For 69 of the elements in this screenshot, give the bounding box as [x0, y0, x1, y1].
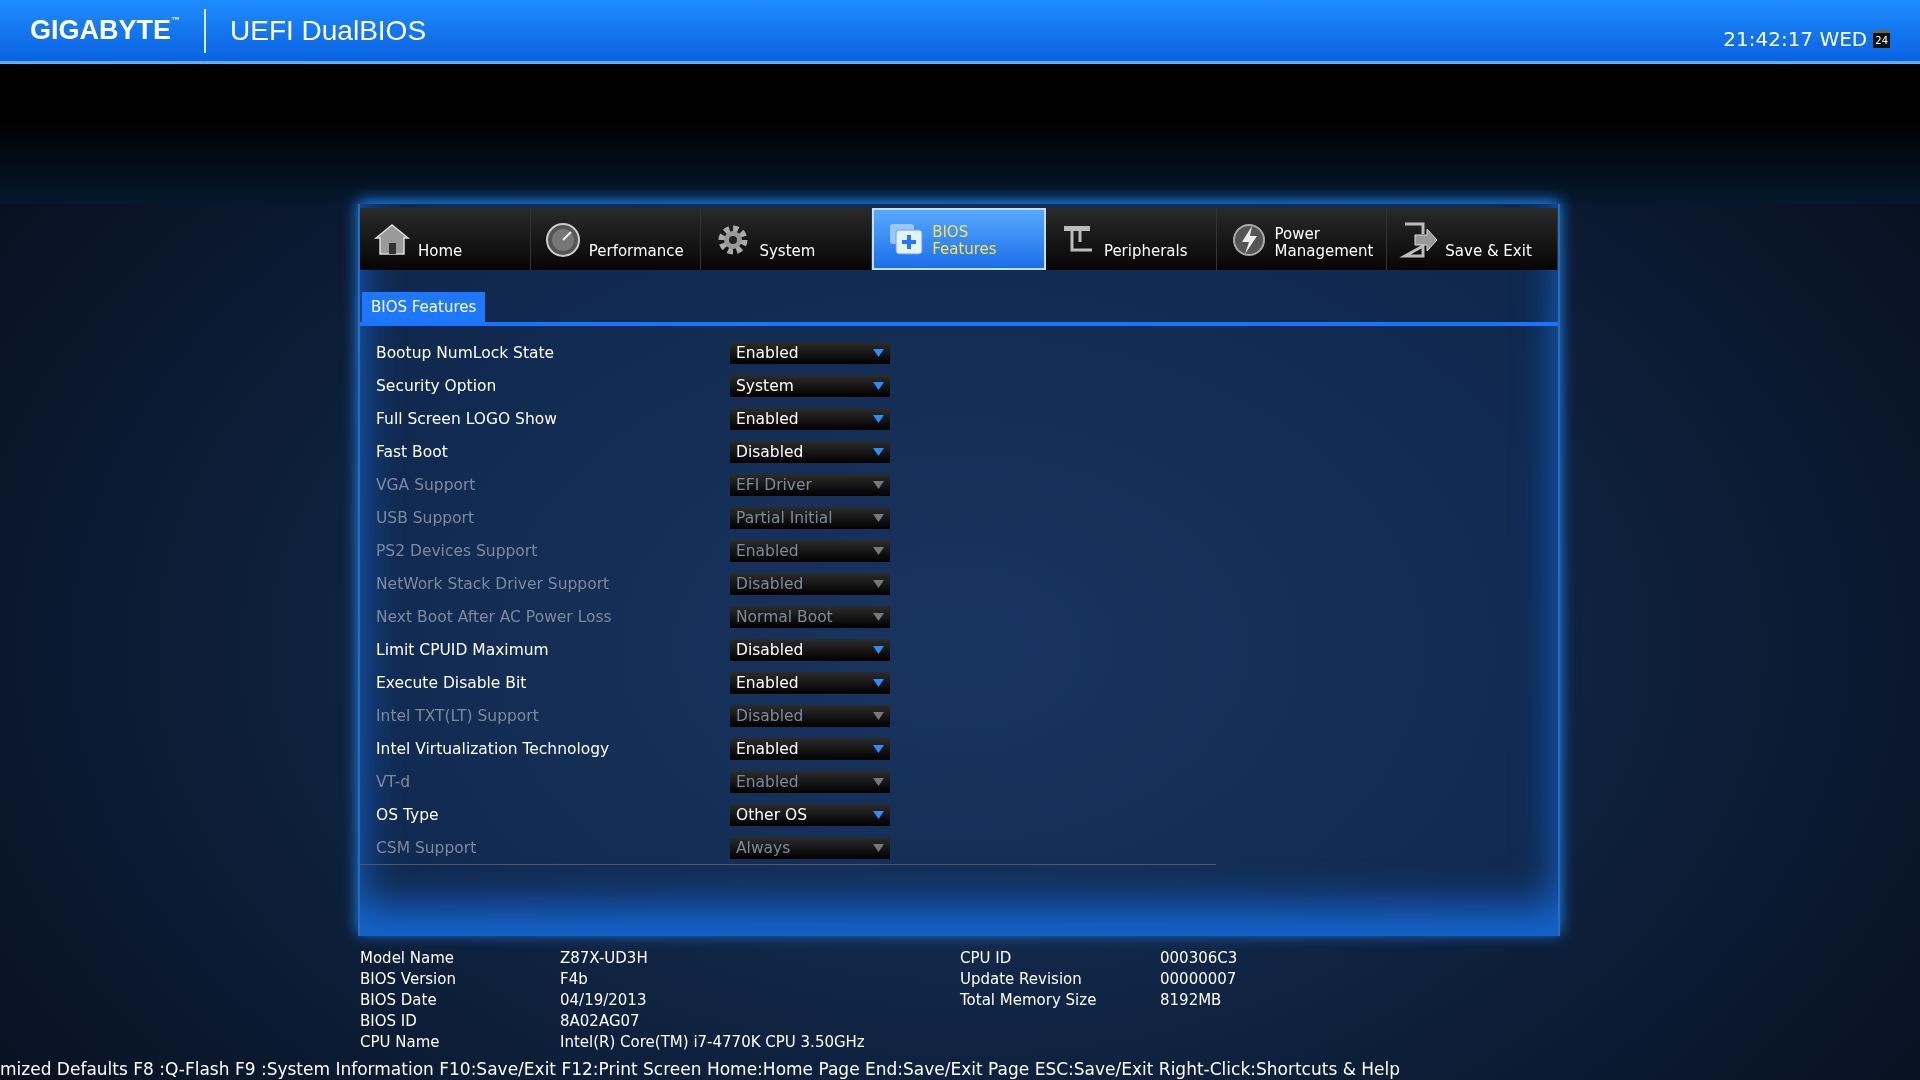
info-label: CPU ID — [960, 948, 1013, 969]
caret-icon — [873, 447, 884, 456]
menu-tab[interactable]: Performance — [530, 208, 702, 270]
info-value: F4b — [560, 969, 589, 990]
caret-icon — [873, 645, 884, 654]
setting-label: OS Type — [376, 805, 440, 824]
caret-icon — [873, 513, 884, 522]
menu-tab[interactable]: Save & Exit — [1387, 208, 1559, 270]
setting-dropdown[interactable]: Enabled — [730, 737, 890, 760]
info-label: BIOS Date — [360, 990, 438, 1011]
clock: 21:42:17 WED — [1723, 26, 1868, 51]
info-value: 00000007 — [1160, 969, 1238, 990]
menu-tab[interactable]: System — [701, 208, 873, 270]
setting-label: USB Support — [376, 508, 476, 527]
menu-tab[interactable]: Peripherals — [1045, 208, 1217, 270]
setting-label: Intel TXT(LT) Support — [376, 706, 540, 725]
setting-label: Next Boot After AC Power Loss — [376, 607, 613, 626]
setting-dropdown[interactable]: Enabled — [730, 407, 890, 430]
caret-icon — [873, 579, 884, 588]
info-label: Model Name — [360, 948, 456, 969]
caret-icon — [873, 810, 884, 819]
caret-icon — [873, 381, 884, 390]
shortcut-help-text: mized Defaults F8 :Q-Flash F9 :System Information F10:Save/Exit F12:Print Screen Home:Home Page End:Save/Exit Page ESC:Save/Exit Right-Click:Shortcuts & Help — [0, 1059, 1401, 1079]
setting-dropdown[interactable]: Other OS — [730, 803, 890, 826]
info-value: 8A02AG07 — [560, 1011, 641, 1032]
caret-icon — [873, 744, 884, 753]
info-label: BIOS Version — [360, 969, 457, 990]
menu-tab[interactable]: Power Management — [1216, 208, 1388, 270]
info-label: Total Memory Size — [960, 990, 1098, 1011]
info-value: 000306C3 — [1160, 948, 1239, 969]
info-label: Update Revision — [960, 969, 1083, 990]
setting-label: Intel Virtualization Technology — [376, 739, 611, 758]
setting-label: CSM Support — [376, 838, 478, 857]
calendar-icon: 24 — [1873, 29, 1890, 48]
section-tab[interactable]: BIOS Features — [362, 292, 486, 322]
caret-icon — [873, 777, 884, 786]
setting-dropdown[interactable]: Enabled — [730, 341, 890, 364]
window-title: UEFI DualBIOS — [230, 14, 427, 47]
info-label: CPU Name — [360, 1032, 441, 1053]
caret-icon — [873, 414, 884, 423]
caret-icon — [873, 711, 884, 720]
setting-dropdown[interactable]: Disabled — [730, 440, 890, 463]
caret-icon — [873, 678, 884, 687]
caret-icon — [873, 843, 884, 852]
caret-icon — [873, 612, 884, 621]
info-value: Intel(R) Core(TM) i7-4770K CPU 3.50GHz — [560, 1032, 866, 1053]
caret-icon — [873, 546, 884, 555]
info-value: 8192MB — [1160, 990, 1223, 1011]
exit-icon — [1399, 220, 1440, 260]
caret-icon — [873, 348, 884, 357]
setting-label: Limit CPUID Maximum — [376, 640, 550, 659]
setting-label: Execute Disable Bit — [376, 673, 528, 692]
setting-dropdown[interactable]: System — [730, 374, 890, 397]
info-value: 04/19/2013 — [560, 990, 648, 1011]
setting-dropdown[interactable]: Enabled — [730, 671, 890, 694]
info-value: Z87X-UD3H — [560, 948, 649, 969]
setting-label: Security Option — [376, 376, 498, 395]
setting-label: VT-d — [376, 772, 412, 791]
setting-label: VGA Support — [376, 475, 477, 494]
brand-logo: GIGABYTE™ — [30, 15, 180, 46]
info-label: BIOS ID — [360, 1011, 418, 1032]
setting-dropdown[interactable]: Disabled — [730, 638, 890, 661]
setting-label: NetWork Stack Driver Support — [376, 574, 611, 593]
menu-tab[interactable]: Home — [360, 208, 531, 270]
setting-label: PS2 Devices Support — [376, 541, 539, 560]
setting-label: Fast Boot — [376, 442, 449, 461]
caret-icon — [873, 480, 884, 489]
setting-label: Bootup NumLock State — [376, 343, 556, 362]
setting-label: Full Screen LOGO Show — [376, 409, 558, 428]
